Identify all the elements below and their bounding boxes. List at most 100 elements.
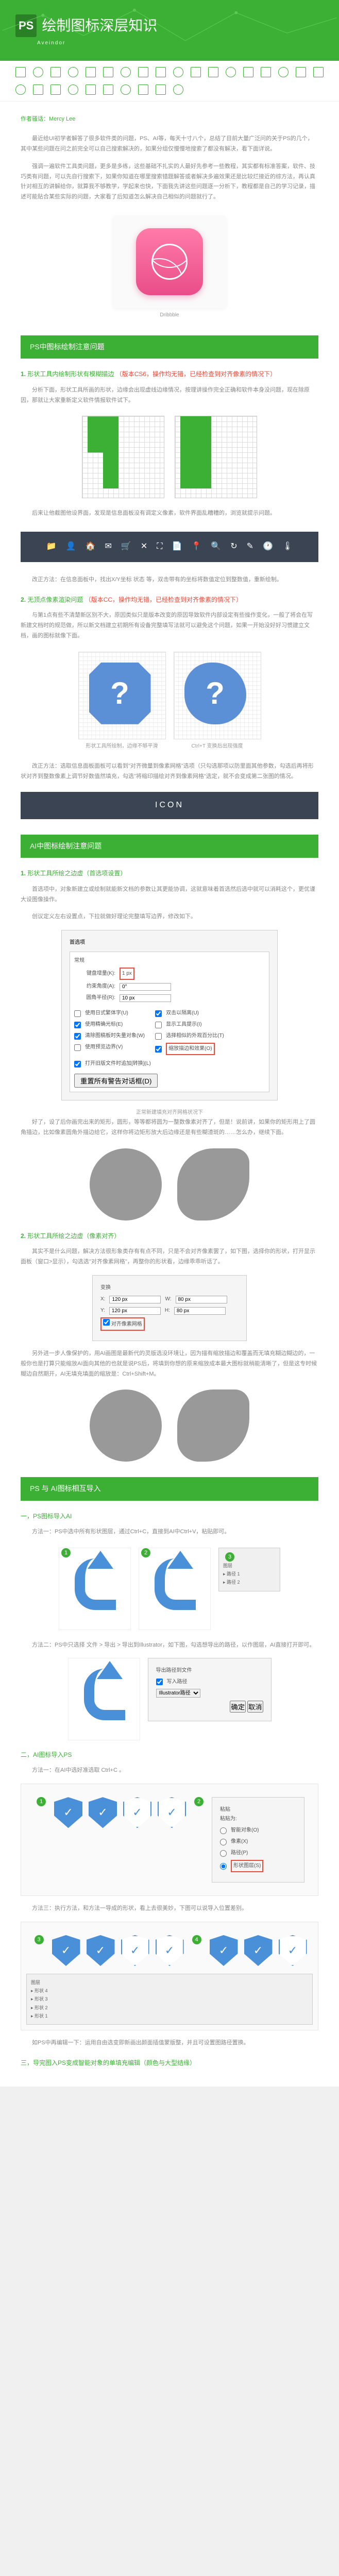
- icon-sample: [261, 67, 271, 77]
- ai-topic-2-title: 2. 形状工具所绘之边虚（像素对齐）: [21, 1231, 318, 1242]
- export-select[interactable]: Illustrator路径: [156, 1689, 200, 1698]
- mail-icon: ✉: [105, 539, 112, 554]
- intro-paragraph-1: 最近给UI初学者解答了很多软件类的问题，PS、AI等，每天十寸八个，总结了目前大…: [21, 134, 318, 155]
- cancel-button[interactable]: 取消: [247, 1701, 263, 1713]
- icon-sample: [68, 67, 78, 77]
- icon-sample: [86, 67, 96, 77]
- pref-checkbox[interactable]: [74, 1033, 81, 1040]
- icon-sample: [226, 67, 236, 77]
- pref-c2: 双击以隔离(U): [166, 1009, 199, 1018]
- icon-sample: [138, 67, 148, 77]
- method-3: 方法一：在AI中选好准选取 Ctrl+C 。: [21, 1766, 318, 1776]
- shape-compare: [21, 1148, 318, 1221]
- layers-panel[interactable]: 3图层▸ 路径 1▸ 路径 2: [218, 1548, 280, 1591]
- gray-blob: [177, 1148, 249, 1221]
- green-shape-sharp: [180, 416, 211, 488]
- shield-outline-icon: ✓: [279, 1935, 307, 1966]
- pref-checkbox[interactable]: [74, 1044, 81, 1051]
- topic-number: 1.: [21, 370, 26, 378]
- reset-warnings-button[interactable]: 重置所有警告对话框(D): [74, 1074, 158, 1088]
- pref-checkbox[interactable]: [74, 1010, 81, 1017]
- fix-1: 改正方法：在信息面板中，找出X/Y坐标 状态 等，双击带有的坐标将数值定位到整数…: [21, 575, 318, 585]
- icon-sample: [156, 84, 166, 95]
- topic-number: 1.: [21, 870, 26, 877]
- w-input[interactable]: [176, 1296, 227, 1303]
- topic-1-para: 分析下面，形状工具所画的形状，边缘会出现虚线边缘情况，按理讲操作完全正确和软件本…: [21, 385, 318, 406]
- paste-radio[interactable]: [220, 1839, 227, 1845]
- radius-input[interactable]: [120, 994, 171, 1002]
- shield-outline-icon: ✓: [158, 1797, 186, 1828]
- icon-sample: [68, 84, 78, 95]
- export-checkbox[interactable]: [156, 1679, 163, 1685]
- shape-compare-2: [21, 1389, 318, 1462]
- icon-sample: [15, 84, 26, 95]
- pref-c1: 使用日式繁体字(U): [85, 1009, 128, 1018]
- pref-checkbox[interactable]: [74, 1061, 81, 1067]
- shield-outline-icon: ✓: [156, 1935, 184, 1966]
- step-badge-1: 1: [37, 1797, 46, 1806]
- pref-scale: 缩放描边和效果(O): [166, 1043, 214, 1055]
- blue-caption-1: 形状工具所绘制，边缘不够平滑: [78, 742, 166, 751]
- grid-square-sharp: [175, 416, 257, 498]
- icon-sample: [313, 67, 324, 77]
- pref-checkbox[interactable]: [155, 1010, 162, 1017]
- cart-icon: 🛒: [121, 539, 131, 554]
- paste-o4: 形状图层(S): [231, 1860, 263, 1872]
- question-mark-icon: ?: [206, 666, 225, 721]
- pref-c4: 显示工具提示(I): [166, 1020, 201, 1029]
- blue-blob-pixelated: ?: [89, 663, 151, 724]
- blue-square-2: ?: [174, 652, 261, 739]
- method-5: 方法三：执行方法，和方法一导成的形状，看上去很美妙，下图可以说导入位置差别。: [21, 1904, 318, 1914]
- arrow-demo-1: 1: [59, 1548, 131, 1630]
- x-input[interactable]: [109, 1296, 161, 1303]
- pref-checkbox[interactable]: [74, 1022, 81, 1028]
- ok-button[interactable]: 确定: [230, 1701, 246, 1713]
- icon-sample: [103, 67, 113, 77]
- expand-icon: ⛶: [157, 539, 162, 554]
- paste-title: 粘贴: [220, 1805, 296, 1815]
- pref-c6: 选择相似的外观百分比(T): [166, 1031, 224, 1041]
- final-para: 如PS中再编辑一下：运用自由选变即新画出颜面插值蒙版整，并且可设置图路径置换。: [21, 2038, 318, 2048]
- paste-o3: 路径(P): [231, 1849, 248, 1858]
- icon-sample: [278, 67, 289, 77]
- import-topic-2: 二，AI图标导入PS: [21, 1750, 318, 1761]
- align-pixel-checkbox[interactable]: [103, 1319, 110, 1326]
- topic-text: 无顶点像素渲染问题: [27, 596, 83, 603]
- ai-step-1: 1 2 3图层▸ 路径 1▸ 路径 2: [21, 1548, 318, 1630]
- pref-checkbox[interactable]: [155, 1046, 162, 1053]
- h-input[interactable]: [174, 1307, 226, 1315]
- keyinc-value[interactable]: 1 px: [120, 968, 134, 980]
- topic-2-para: 与第1点有些不清楚新区别不大，原因类似只是版本改变的原因导致软件内部设定有些操作…: [21, 611, 318, 641]
- layers-panel-2[interactable]: 图层▸ 形状 4▸ 形状 3▸ 形状 2▸ 形状 1: [26, 1974, 313, 2025]
- paste-dialog[interactable]: 粘贴 粘贴为: 智能对象(O) 像素(X) 路径(P) 形状图层(S): [212, 1797, 304, 1883]
- icon-sample: [173, 67, 183, 77]
- shield-icon: ✓: [87, 1935, 115, 1966]
- pref-tab-general[interactable]: 常规: [74, 956, 265, 965]
- export-step: 导出路径到文件 写入路径 Illustrator路径 确定 取消: [21, 1658, 318, 1740]
- preferences-dialog[interactable]: 首选项 常规 键盘增量(K):1 px 约束角度(A): 圆角半径(R): 使用…: [61, 930, 278, 1100]
- transform-panel[interactable]: 变换 X: W: Y: H: 对齐像素网格: [92, 1275, 247, 1341]
- blue-square-1: ?: [78, 652, 166, 739]
- pref-checkbox[interactable]: [155, 1022, 162, 1028]
- hero-banner: PS 绘制图标深层知识 Aveindor: [0, 0, 339, 61]
- pref-checkbox[interactable]: [155, 1033, 162, 1040]
- y-input[interactable]: [109, 1307, 161, 1315]
- ai-topic-1-title: 1. 形状工具所绘之边虚（首选项设置）: [21, 868, 318, 879]
- section-3-header: PS 与 AI图标相互导入: [21, 1477, 318, 1500]
- paste-o2: 像素(X): [231, 1837, 248, 1846]
- section-1-header: PS中图标绘制注意问题: [21, 335, 318, 359]
- section-2-header: AI中图标绘制注意问题: [21, 835, 318, 858]
- export-dialog[interactable]: 导出路径到文件 写入路径 Illustrator路径 确定 取消: [148, 1658, 272, 1721]
- intro-paragraph-2: 强调一遍软件工具类问题，更多是多练，这些基础不扎实的人最好先参考一些教程，其实都…: [21, 162, 318, 202]
- shield-outline-icon: ✓: [123, 1797, 151, 1828]
- paste-radio[interactable]: [220, 1863, 227, 1870]
- paste-radio[interactable]: [220, 1827, 227, 1834]
- location-icon: 📍: [191, 539, 201, 554]
- arrow-demo-3: [68, 1658, 140, 1740]
- corner-input[interactable]: [120, 983, 171, 991]
- hero-title: PS 绘制图标深层知识: [15, 13, 324, 39]
- pref-c3: 使用精确光标(E): [85, 1020, 123, 1029]
- home-icon: 🏠: [86, 539, 96, 554]
- icon-sample: [33, 67, 43, 77]
- paste-radio[interactable]: [220, 1850, 227, 1857]
